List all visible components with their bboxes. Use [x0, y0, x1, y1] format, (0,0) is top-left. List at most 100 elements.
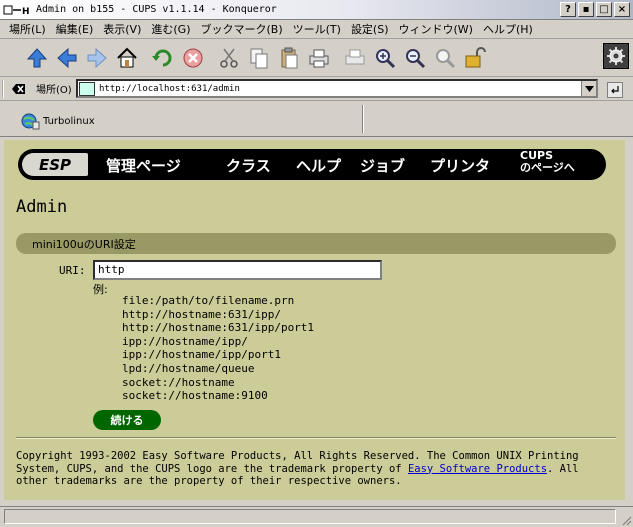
- nav-cups-home-link[interactable]: CUPS のページへ: [520, 150, 575, 174]
- uri-example: socket://hostname: [122, 375, 235, 389]
- printer-icon: [309, 49, 329, 67]
- scissors-icon: [220, 48, 238, 68]
- menu-help[interactable]: ヘルプ(H): [478, 21, 538, 37]
- url-text: http://localhost:631/admin: [99, 83, 240, 94]
- menu-window[interactable]: ウィンドウ(W): [394, 21, 478, 37]
- stop-icon: [183, 48, 203, 67]
- print-frame-button[interactable]: [340, 43, 370, 73]
- menu-bookmarks[interactable]: ブックマーク(B): [195, 21, 287, 37]
- nav-cups-line2: のページへ: [520, 161, 575, 174]
- uri-example: lpd://hostname/queue: [122, 361, 255, 375]
- menu-tools[interactable]: ツール(T): [288, 21, 346, 37]
- gear-icon: [607, 47, 625, 65]
- close-window-button[interactable]: ×: [614, 2, 630, 17]
- section-title: mini100uのURI設定: [32, 237, 136, 251]
- menu-location[interactable]: 場所(L): [4, 21, 51, 37]
- bookmark-label: Turbolinux: [43, 115, 95, 127]
- location-bar: 場所(O) http://localhost:631/admin: [0, 77, 633, 101]
- status-bar: [0, 506, 633, 527]
- uri-examples-list: file:/path/to/filename.prn http://hostna…: [122, 294, 314, 403]
- window-title: Admin on b155 - CUPS v1.1.14 - Konqueror: [36, 4, 277, 15]
- clear-location-icon[interactable]: [12, 83, 26, 95]
- back-button[interactable]: [52, 43, 82, 73]
- up-arrow-icon: [26, 47, 48, 67]
- bookmark-turbolinux[interactable]: Turbolinux: [20, 112, 95, 130]
- web-content: ESP 管理ページ クラス ヘルプ ジョブ プリンタ CUPS のページへ Adm…: [4, 140, 625, 500]
- uri-example: socket://hostname:9100: [122, 389, 268, 403]
- nav-printers-link[interactable]: プリンタ: [430, 155, 490, 176]
- up-button[interactable]: [22, 43, 52, 73]
- konqueror-app-icon[interactable]: H: [2, 2, 32, 18]
- reload-button[interactable]: [148, 43, 178, 73]
- zoom-in-button[interactable]: [370, 43, 400, 73]
- nav-admin-link[interactable]: 管理ページ: [106, 155, 181, 176]
- find-button[interactable]: [430, 43, 460, 73]
- menu-settings[interactable]: 設定(S): [346, 21, 394, 37]
- menu-go[interactable]: 進む(G): [146, 21, 195, 37]
- url-input[interactable]: http://localhost:631/admin: [76, 79, 598, 98]
- maximize-window-button[interactable]: □: [596, 2, 612, 17]
- copyright-footer: Copyright 1993-2002 Easy Software Produc…: [16, 450, 616, 488]
- print-button[interactable]: [304, 43, 334, 73]
- home-icon: [117, 47, 137, 67]
- paste-icon: [281, 47, 298, 68]
- minimize-window-button[interactable]: ▪: [578, 2, 594, 17]
- print-frame-icon: [345, 49, 365, 64]
- cups-navigation-bar: ESP 管理ページ クラス ヘルプ ジョブ プリンタ CUPS のページへ: [18, 149, 606, 180]
- uri-example: http://hostname:631/ipp/: [122, 307, 281, 321]
- cut-button[interactable]: [214, 43, 244, 73]
- padlock-open-icon: [465, 46, 486, 67]
- page-title: Admin: [16, 197, 68, 217]
- footer-divider: [16, 437, 616, 439]
- zoom-out-icon: [406, 48, 426, 68]
- return-arrow-icon: [611, 86, 619, 94]
- copy-icon: [250, 48, 268, 68]
- back-arrow-icon: [57, 47, 77, 68]
- resize-grip-icon[interactable]: [620, 514, 632, 526]
- toolbar-handle[interactable]: [2, 79, 8, 98]
- bookmark-toolbar: Turbolinux: [0, 101, 633, 137]
- section-header: mini100uのURI設定: [16, 233, 616, 254]
- window-titlebar[interactable]: H Admin on b155 - CUPS v1.1.14 - Konquer…: [0, 0, 633, 20]
- location-label: 場所(O): [36, 85, 72, 96]
- easy-software-products-link[interactable]: Easy Software Products: [408, 463, 547, 475]
- zoom-in-icon: [376, 48, 396, 68]
- help-window-button[interactable]: ?: [560, 2, 576, 17]
- url-history-dropdown[interactable]: [581, 81, 596, 96]
- forward-button[interactable]: [82, 43, 112, 73]
- nav-classes-link[interactable]: クラス: [226, 155, 271, 176]
- chevron-down-icon: [584, 85, 594, 92]
- globe-icon: [21, 113, 40, 130]
- menubar: 場所(L) 編集(E) 表示(V) 進む(G) ブックマーク(B) ツール(T)…: [0, 20, 633, 39]
- security-button[interactable]: [460, 43, 490, 73]
- copy-button[interactable]: [244, 43, 274, 73]
- continue-button[interactable]: 続ける: [93, 410, 161, 430]
- status-field: [4, 509, 616, 524]
- paste-button[interactable]: [274, 43, 304, 73]
- main-toolbar: [0, 39, 633, 77]
- uri-input[interactable]: http: [93, 260, 382, 280]
- zoom-out-button[interactable]: [400, 43, 430, 73]
- uri-example: ipp://hostname/ipp/port1: [122, 348, 281, 362]
- menu-view[interactable]: 表示(V): [98, 21, 146, 37]
- uri-example: file:/path/to/filename.prn: [122, 294, 295, 307]
- home-button[interactable]: [112, 43, 142, 73]
- content-scrollbar[interactable]: [625, 140, 633, 500]
- esp-logo[interactable]: ESP: [22, 153, 88, 176]
- menu-edit[interactable]: 編集(E): [51, 21, 99, 37]
- uri-example: ipp://hostname/ipp/: [122, 334, 248, 348]
- reload-icon: [152, 49, 172, 66]
- konqueror-activity-button[interactable]: [603, 43, 629, 69]
- svg-text:H: H: [22, 7, 30, 17]
- examples-label: 例:: [93, 283, 108, 296]
- page-favicon-icon: [79, 81, 95, 96]
- magnifier-icon: [436, 48, 456, 68]
- forward-arrow-icon: [87, 47, 107, 68]
- nav-jobs-link[interactable]: ジョブ: [360, 155, 405, 176]
- uri-label: URI:: [59, 264, 86, 277]
- nav-help-link[interactable]: ヘルプ: [296, 155, 341, 176]
- go-button[interactable]: [607, 82, 623, 98]
- stop-button[interactable]: [178, 43, 208, 73]
- toolbar-divider: [362, 105, 364, 133]
- uri-example: http://hostname:631/ipp/port1: [122, 321, 315, 335]
